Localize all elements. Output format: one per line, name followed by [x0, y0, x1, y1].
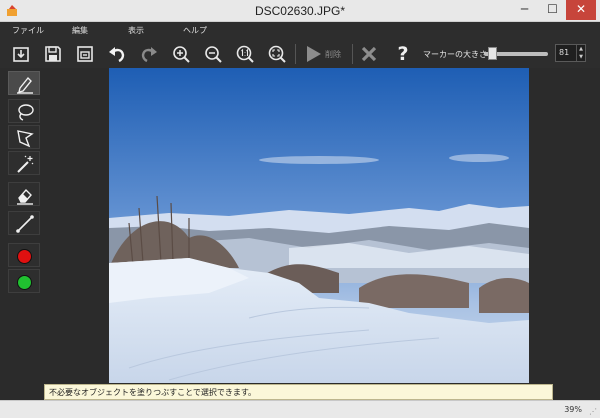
redo-icon: [141, 47, 157, 63]
hint-bar: 不必要なオブジェクトを塗りつぶすことで選択できます。: [44, 384, 553, 400]
photo-winter-mountains[interactable]: [109, 68, 529, 383]
execute-button[interactable]: [302, 43, 324, 65]
menu-bar: ファイル 編集 表示 ヘルプ: [0, 22, 600, 40]
minimize-button[interactable]: ─: [511, 0, 538, 20]
zoom-fit-button[interactable]: [266, 43, 288, 65]
toolbar-separator: [295, 44, 296, 64]
photo-image: [109, 68, 529, 383]
lasso-tool[interactable]: [8, 99, 40, 123]
line-icon: [16, 215, 34, 233]
zoom-level: 39%: [564, 405, 582, 414]
line-tool[interactable]: [8, 211, 40, 235]
eraser-icon: [17, 188, 33, 205]
zoom-fit-icon: [268, 45, 286, 63]
red-color-tool[interactable]: [8, 243, 40, 267]
save-as-button[interactable]: [74, 43, 96, 65]
menu-file[interactable]: ファイル: [12, 25, 44, 36]
save-icon: [45, 46, 61, 62]
close-button[interactable]: ✕: [566, 0, 596, 20]
save-as-icon: [77, 46, 93, 62]
polygon-lasso-icon: [17, 130, 34, 148]
help-icon: ?: [397, 43, 409, 65]
undo-button[interactable]: [106, 43, 128, 65]
lasso-icon: [18, 104, 34, 121]
green-color-swatch: [17, 275, 32, 290]
eraser-tool[interactable]: [8, 182, 40, 206]
tool-panel: [0, 68, 44, 400]
window-title: DSC02630.JPG*: [254, 4, 346, 18]
help-button[interactable]: ?: [392, 43, 414, 65]
menu-view[interactable]: 表示: [128, 25, 144, 36]
image-canvas[interactable]: [44, 68, 600, 384]
zoom-in-button[interactable]: [170, 43, 192, 65]
marker-size-input[interactable]: 81 ▲ ▼: [555, 44, 586, 62]
status-bar: 39% ⋰: [0, 400, 600, 418]
zoom-out-icon: [205, 46, 222, 63]
save-button[interactable]: [42, 43, 64, 65]
magic-wand-icon: [17, 155, 34, 173]
delete-label[interactable]: 削除: [325, 49, 341, 60]
title-bar: DSC02630.JPG* ─ ☐ ✕: [0, 0, 600, 22]
menu-help[interactable]: ヘルプ: [183, 25, 207, 36]
marker-size-value: 81: [559, 48, 570, 57]
zoom-actual-button[interactable]: [234, 43, 256, 65]
marker-size-label: マーカーの大きさ: [423, 50, 487, 59]
menu-edit[interactable]: 編集: [72, 25, 88, 36]
maximize-button[interactable]: ☐: [539, 0, 566, 20]
open-icon: [13, 47, 29, 62]
cancel-button[interactable]: [358, 43, 380, 65]
zoom-actual-icon: [236, 45, 254, 63]
marker-size-spinner[interactable]: ▲ ▼: [576, 45, 585, 61]
zoom-in-icon: [173, 46, 190, 63]
polygon-lasso-tool[interactable]: [8, 125, 40, 149]
redo-button[interactable]: [138, 43, 160, 65]
green-color-tool[interactable]: [8, 269, 40, 293]
play-icon: [307, 46, 321, 62]
toolbar-separator: [352, 44, 353, 64]
red-color-swatch: [17, 249, 32, 264]
marker-pen-icon: [17, 76, 33, 94]
resize-grip-icon[interactable]: ⋰: [589, 407, 597, 416]
magic-wand-tool[interactable]: [8, 151, 40, 175]
marker-size-slider-thumb[interactable]: [488, 47, 497, 60]
zoom-out-button[interactable]: [202, 43, 224, 65]
marker-pen-tool[interactable]: [8, 71, 40, 95]
open-button[interactable]: [10, 43, 32, 65]
hint-text: 不必要なオブジェクトを塗りつぶすことで選択できます。: [49, 388, 257, 397]
undo-icon: [109, 47, 125, 63]
cancel-icon: [361, 46, 377, 62]
